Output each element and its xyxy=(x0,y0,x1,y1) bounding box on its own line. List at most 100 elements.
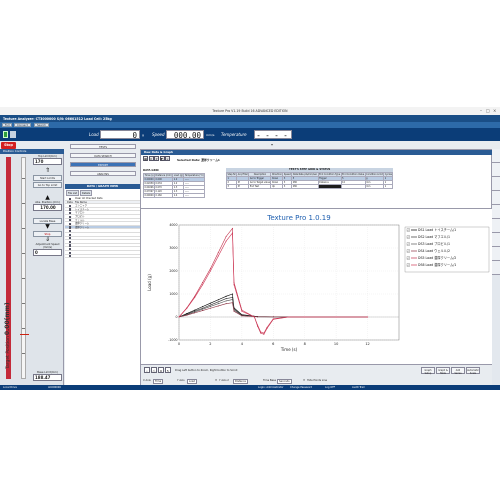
file-checkbox[interactable] xyxy=(69,233,72,236)
top-limit-input[interactable]: 170 xyxy=(33,158,62,165)
file-checkbox[interactable]: ✓ xyxy=(69,208,72,211)
chart-icon[interactable]: ◩ xyxy=(159,156,165,161)
add-series-button[interactable]: Add Series xyxy=(451,367,465,375)
file-checkbox[interactable] xyxy=(69,251,72,254)
data-grid: DATA GRID Time (s) Distance (mm) Load (g… xyxy=(142,169,206,198)
table-icon[interactable]: ▦ xyxy=(143,156,148,161)
cell xyxy=(340,184,366,189)
y2-checkbox-icon[interactable]: ☐ xyxy=(215,379,217,382)
series-point xyxy=(231,296,233,298)
side-tab[interactable] xyxy=(492,219,500,233)
full-button[interactable]: Full xyxy=(2,123,13,127)
y2-axis-select[interactable]: Distance xyxy=(233,379,248,384)
series-point xyxy=(209,268,211,270)
table-row[interactable]: 0.09000 0.160 1.4 ----- xyxy=(142,192,206,198)
start-limits-button[interactable]: Start Limits xyxy=(33,175,62,181)
export-button[interactable]: EXPORT xyxy=(70,162,136,167)
x-axis-select[interactable]: Time xyxy=(153,379,164,384)
data-search-button[interactable]: DATA SEARCH xyxy=(70,153,136,158)
legend-check-mark: ✓ xyxy=(407,243,409,246)
analysis-button[interactable]: ANALYSIS xyxy=(70,171,136,176)
file-checkbox[interactable] xyxy=(69,244,72,247)
right-side-tabs xyxy=(492,149,500,385)
up-arrow-icon[interactable]: ⇑ xyxy=(33,168,62,174)
series-point xyxy=(225,300,227,302)
file-checkbox[interactable] xyxy=(69,237,72,240)
refresh-icon[interactable]: ↻ xyxy=(165,367,171,373)
col-header: Direction xyxy=(270,172,284,177)
file-checkbox[interactable]: ✓ xyxy=(69,222,72,226)
tests-button[interactable]: TESTS xyxy=(70,144,136,149)
data-graph-view: DATA / GRAPH VIEW File List Details Clea… xyxy=(65,184,140,385)
chart-area[interactable]: 0 2 4 6 8 10 12 -1000 0 1000 2000 3000 4000 Texture P… xyxy=(141,208,493,364)
clear-checked-label: Clear All Checked Data xyxy=(75,197,103,200)
hide-points-checkbox-icon[interactable]: ☐ xyxy=(303,379,305,382)
down-arrow-icon[interactable]: ▼ xyxy=(33,224,62,230)
side-tab[interactable] xyxy=(492,177,500,191)
stop-button[interactable]: Stop xyxy=(1,142,16,149)
load-time-chart[interactable]: 0 2 4 6 8 10 12-100001000200030004000Texture P… xyxy=(141,209,493,365)
series-point xyxy=(209,305,211,307)
close-icon[interactable]: × xyxy=(493,108,496,113)
data-grid-header-row: Time (s) Distance (mm) Load (g) Temperat… xyxy=(142,172,206,178)
audit-trail-link[interactable]: Audit Trail xyxy=(352,385,364,390)
log-off-link[interactable]: Log OFF xyxy=(325,385,335,390)
series-point xyxy=(231,232,233,234)
series-point xyxy=(194,312,196,314)
legend-label: DS2 Load マフエル/1 xyxy=(418,234,450,239)
copy-icon[interactable]: ⧉ xyxy=(158,367,164,373)
tab-details[interactable]: Details xyxy=(79,190,93,196)
close-icon[interactable]: × xyxy=(165,156,170,161)
goto-top-button[interactable]: Go to Top Limit xyxy=(33,182,62,188)
file-checkbox[interactable] xyxy=(69,240,72,243)
side-tab[interactable] xyxy=(492,247,500,261)
side-tab[interactable] xyxy=(492,233,500,247)
base-limit-input[interactable]: 188.47 xyxy=(33,374,62,381)
readout-bar: Load 0 g Speed 000.00 mm/s Temperature -… xyxy=(0,128,500,149)
file-checkbox[interactable] xyxy=(69,204,72,208)
file-checkbox[interactable] xyxy=(69,230,72,233)
excel-icon[interactable]: X xyxy=(148,156,154,161)
y-axis-select[interactable]: Load xyxy=(187,379,197,384)
file-checkbox[interactable] xyxy=(69,255,72,258)
graph-toolbar: ⌕ ⎙ ⧉ ↻ Drag Left button to Zoom, Right … xyxy=(141,364,493,386)
print-icon[interactable]: ⎙ xyxy=(151,367,157,373)
file-checkbox[interactable]: ✓ xyxy=(69,212,72,215)
search-button[interactable]: Search xyxy=(34,123,49,127)
y2-axis-label: Y Axis 2 xyxy=(219,379,229,382)
target-position-label: Target Position 0.00(mm) xyxy=(4,302,11,369)
cell: 0.07097 xyxy=(142,188,156,194)
side-tab[interactable] xyxy=(492,191,500,205)
graph-setup-button[interactable]: Graph Setup xyxy=(421,367,435,375)
col-header: Condition Limit xyxy=(364,172,385,177)
file-checkbox[interactable]: ✓ xyxy=(69,215,72,219)
connect-button[interactable]: Connect xyxy=(14,123,31,127)
graph-table-button[interactable]: Graph & Table xyxy=(436,367,450,375)
side-tab[interactable] xyxy=(492,205,500,219)
automatic-scale-button[interactable]: Automatic Scale xyxy=(466,367,480,375)
file-checkbox[interactable] xyxy=(69,248,72,251)
series-point xyxy=(186,314,188,316)
abs-position-input[interactable]: 170.00 xyxy=(33,204,62,211)
clear-checkbox[interactable] xyxy=(69,197,72,200)
zoom-icon[interactable]: ⌕ xyxy=(144,367,150,373)
step-row[interactable]: 3 M End Test Up 3 280 Start mm 1 xyxy=(225,184,394,189)
minimize-icon[interactable]: – xyxy=(480,108,482,113)
series-point xyxy=(209,307,211,309)
side-tab[interactable] xyxy=(492,261,500,275)
file-checkbox[interactable]: ✓ xyxy=(69,219,72,222)
status-drive: Local Drive xyxy=(3,386,17,389)
maximize-icon[interactable]: □ xyxy=(486,108,490,113)
file-name: マフエル xyxy=(75,211,85,215)
side-tab[interactable] xyxy=(492,149,500,163)
tab-file-list[interactable]: File List xyxy=(66,190,79,196)
col-header: Distance (mm) xyxy=(154,172,174,178)
side-tab[interactable] xyxy=(492,163,500,177)
pdf-icon[interactable]: P xyxy=(154,156,159,161)
change-password-link[interactable]: Change Password xyxy=(290,385,312,390)
login-status[interactable]: Login: Administrator xyxy=(258,385,283,390)
series-point xyxy=(217,303,219,305)
file-checkbox[interactable]: ✓ xyxy=(69,226,72,229)
adjustment-input[interactable]: 0 xyxy=(33,249,62,256)
time-base-select[interactable]: Seconds xyxy=(277,379,292,384)
